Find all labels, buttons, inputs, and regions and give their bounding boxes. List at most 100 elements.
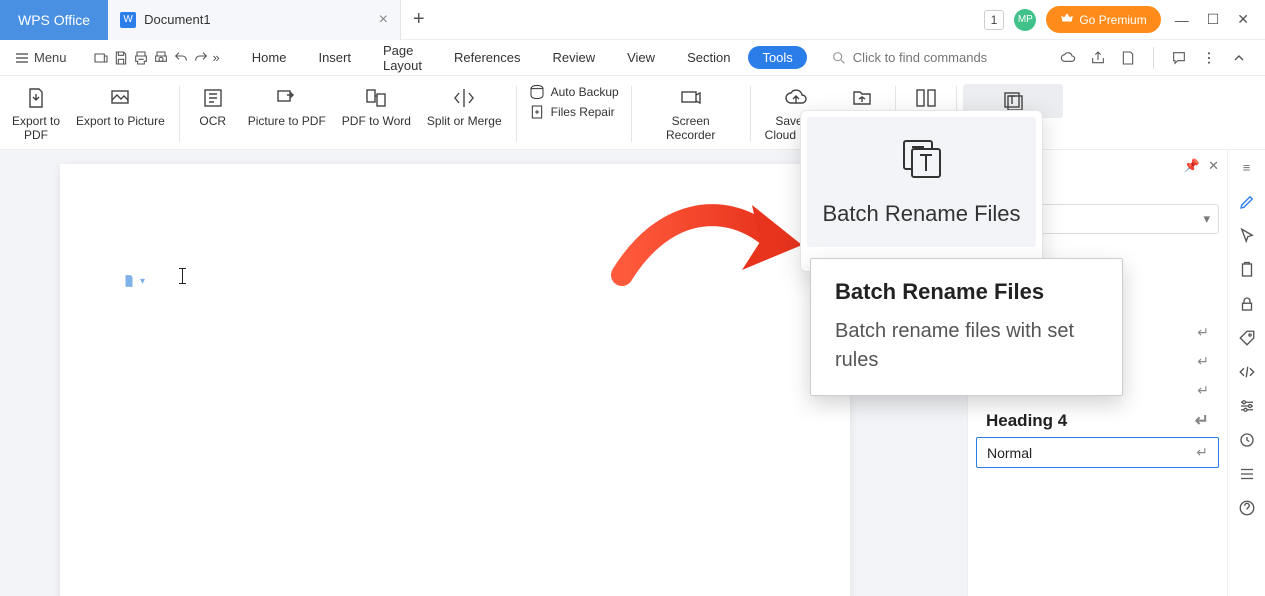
comment-icon[interactable] [1168,47,1190,69]
batch-rename-popup[interactable]: Batch Rename Files [800,110,1043,272]
export-to-pdf-button[interactable]: Export to PDF [4,84,68,143]
style-item-normal-label: Normal [987,445,1032,461]
batch-rename-tooltip-title: Batch Rename Files [835,279,1098,305]
tab-section[interactable]: Section [673,44,744,71]
menu-button[interactable]: Menu [8,50,73,66]
qa-print-preview-icon[interactable] [153,47,169,69]
qa-redo-icon[interactable] [193,47,209,69]
annotation-arrow-icon [602,190,812,300]
user-avatar[interactable]: MP [1014,9,1036,31]
pdf-to-word-button[interactable]: PDF to Word [334,84,419,128]
collapse-ribbon-icon[interactable] [1228,47,1250,69]
command-search-input[interactable] [853,50,1053,65]
batch-rename-popup-icon [898,135,946,183]
files-repair-icon [529,104,545,120]
export-picture-icon [106,84,134,112]
window-close-icon[interactable]: ✕ [1233,7,1253,32]
rail-code-icon[interactable] [1236,361,1258,383]
tab-view[interactable]: View [613,44,669,71]
menu-button-label: Menu [34,50,67,65]
rail-edit-icon[interactable] [1236,191,1258,213]
style-item-heading4-label: Heading 4 [986,411,1067,431]
rail-help-icon[interactable] [1236,497,1258,519]
picture-to-pdf-button[interactable]: Picture to PDF [240,84,334,128]
export-pdf-icon [22,84,50,112]
tab-references[interactable]: References [440,44,534,71]
files-repair-button[interactable]: Files Repair [529,104,619,120]
tab-home[interactable]: Home [238,44,301,71]
titlebar-right: 1 MP Go Premium — ☐ ✕ [984,6,1265,33]
menubar: Menu » Home Insert Page Layout Reference… [0,40,1265,76]
qa-print-icon[interactable] [133,47,149,69]
window-minimize-icon[interactable]: — [1171,8,1193,32]
batch-rename-popup-label: Batch Rename Files [822,201,1020,227]
qa-more-icon[interactable]: » [213,47,220,69]
search-icon [831,50,847,66]
page-indicator[interactable]: ▾ [122,274,145,288]
close-pane-icon[interactable]: ✕ [1208,158,1219,174]
window-maximize-icon[interactable]: ☐ [1203,7,1224,32]
save-as-icon[interactable] [1117,47,1139,69]
style-item-normal[interactable]: Normal ↵ [976,437,1219,468]
files-repair-label: Files Repair [551,105,615,119]
hamburger-icon [14,50,30,66]
app-name-badge: WPS Office [0,0,108,40]
rail-list-icon[interactable] [1236,463,1258,485]
screen-recorder-icon [677,84,705,112]
tab-insert[interactable]: Insert [304,44,365,71]
auto-backup-icon [529,84,545,100]
ocr-icon [199,84,227,112]
pin-icon[interactable]: 📌 [1184,158,1200,174]
rail-history-icon[interactable] [1236,429,1258,451]
auto-backup-button[interactable]: Auto Backup [529,84,619,100]
batch-rename-tooltip: Batch Rename Files Batch rename files wi… [810,258,1123,396]
go-premium-button[interactable]: Go Premium [1046,6,1160,33]
tab-tools[interactable]: Tools [748,46,806,69]
save-to-cloud-icon [782,84,810,112]
export-to-picture-button[interactable]: Export to Picture [68,84,173,128]
window-count-badge[interactable]: 1 [984,10,1005,30]
picture-to-pdf-icon [273,84,301,112]
picture-to-pdf-label: Picture to PDF [248,114,326,128]
qa-undo-icon[interactable] [173,47,189,69]
style-item-heading4[interactable]: Heading 4 ↵ [976,405,1219,437]
pdf-to-word-icon [362,84,390,112]
pdf-to-word-label: PDF to Word [342,114,411,128]
rail-clipboard-icon[interactable] [1236,259,1258,281]
new-tab-button[interactable]: + [401,8,437,31]
ocr-label: OCR [199,114,226,128]
batch-rename-tooltip-desc: Batch rename files with set rules [835,317,1098,375]
crown-icon [1060,11,1074,28]
compare-button[interactable] [902,84,950,112]
menu-tabs: Home Insert Page Layout References Revie… [238,37,807,79]
cloud-sync-icon[interactable] [1057,47,1079,69]
rail-settings-icon[interactable] [1236,395,1258,417]
rail-select-icon[interactable] [1236,225,1258,247]
split-or-merge-button[interactable]: Split or Merge [419,84,510,128]
tab-review[interactable]: Review [538,44,609,71]
split-merge-icon [450,84,478,112]
document-tab-label: Document1 [144,12,210,27]
backup-repair-group: Auto Backup Files Repair [523,84,625,120]
screen-recorder-button[interactable]: Screen Recorder [638,84,744,143]
rail-tag-icon[interactable] [1236,327,1258,349]
chevron-down-icon: ▾ [140,276,145,287]
compare-icon [912,84,940,112]
command-search[interactable] [831,50,1053,66]
qa-save-icon[interactable] [113,47,129,69]
rail-lock-icon[interactable] [1236,293,1258,315]
rail-collapse-icon[interactable]: ≡ [1243,160,1251,179]
tab-page-layout[interactable]: Page Layout [369,37,436,79]
tools-ribbon: Export to PDF Export to Picture OCR Pict… [0,76,1265,150]
more-vertical-icon[interactable] [1198,47,1220,69]
share-icon[interactable] [1087,47,1109,69]
split-or-merge-label: Split or Merge [427,114,502,128]
go-premium-label: Go Premium [1079,13,1146,27]
chevron-down-icon: ▾ [1203,211,1210,227]
qa-open-icon[interactable] [93,47,109,69]
close-tab-icon[interactable]: × [379,11,388,29]
ocr-button[interactable]: OCR [186,84,240,128]
auto-backup-label: Auto Backup [551,85,619,99]
document-tab[interactable]: W Document1 × [108,0,401,40]
file-collect-icon [848,84,876,112]
